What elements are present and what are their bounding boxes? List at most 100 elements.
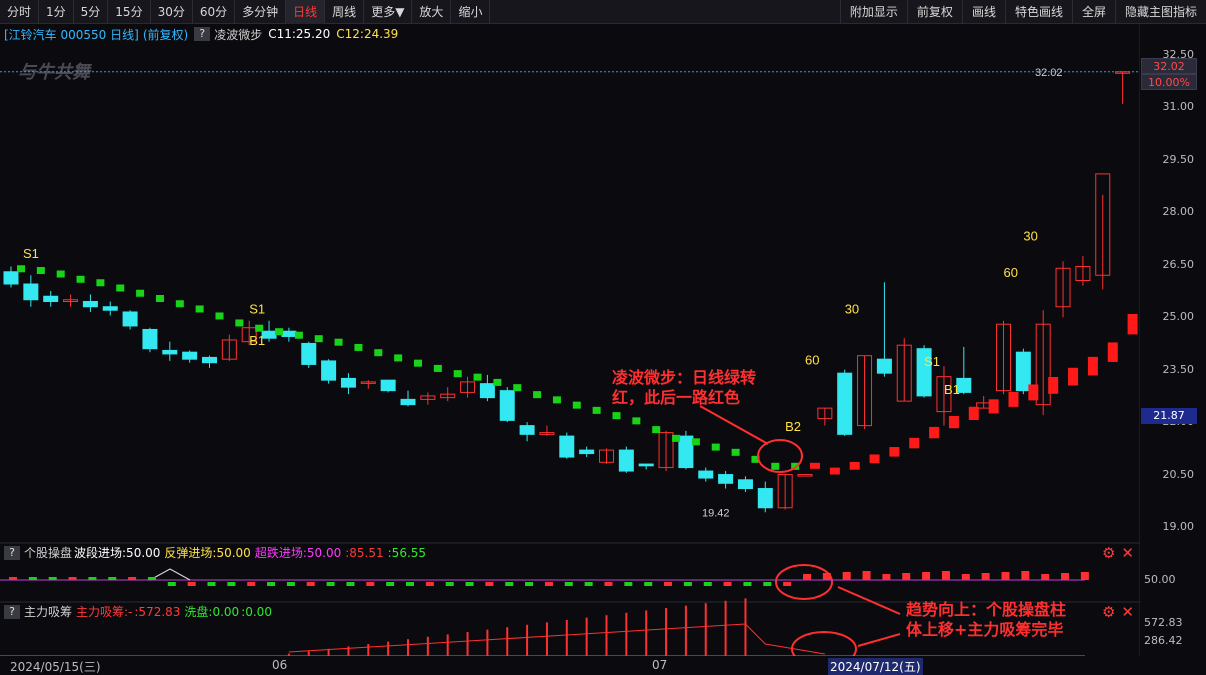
panel2-field-1: 主力吸筹:- — [76, 605, 133, 619]
hide-indicator-button[interactable]: 隐藏主图指标 — [1114, 0, 1206, 24]
panel1-bar — [1061, 573, 1070, 580]
trend-dot-green — [275, 328, 284, 336]
annotation-arrow — [699, 405, 769, 445]
panel1-bar — [465, 582, 474, 586]
tab-5min[interactable]: 5分 — [74, 0, 109, 24]
trend-dot-green — [731, 448, 740, 456]
trend-dot-red — [1008, 391, 1019, 407]
zoom-out-button[interactable]: 缩小 — [451, 0, 491, 24]
panel1-bar — [882, 574, 891, 580]
annotation-circle — [791, 631, 857, 656]
price-tick: 23.50 — [1162, 362, 1195, 376]
trend-dot-green — [592, 406, 601, 414]
panel1-header: ? 个股操盘 波段进场:50.00 反弹进场:50.00 超跌进场:50.00 … — [4, 544, 426, 561]
panel1-bar — [108, 577, 117, 580]
panel2-field-4: :0.00 — [241, 604, 272, 619]
trend-dot-red — [849, 461, 860, 470]
panel1-help-icon[interactable]: ? — [4, 545, 20, 560]
extra-display-button[interactable]: 附加显示 — [839, 0, 907, 24]
panel1-bar — [664, 582, 673, 586]
panel1-axis-label: 50.00 — [1144, 573, 1176, 586]
candle-body — [579, 449, 595, 455]
tab-1min[interactable]: 1分 — [39, 0, 74, 24]
more-dropdown[interactable]: 更多▼ — [364, 0, 413, 24]
trend-dot-red — [1048, 377, 1059, 394]
panel1-field-2: 反弹进场:50.00 — [164, 546, 251, 560]
tab-60min[interactable]: 60分 — [193, 0, 236, 24]
gear-icon[interactable]: ⚙ — [1102, 544, 1115, 562]
candle-body — [499, 390, 515, 421]
trend-dot-green — [632, 417, 641, 425]
signal-label: 60 — [805, 352, 819, 367]
candle-body — [202, 356, 217, 364]
panel1-bar — [564, 582, 573, 586]
forward-adjust-button[interactable]: 前复权 — [906, 0, 962, 24]
panel1-bar — [207, 582, 216, 586]
tab-multi-minute[interactable]: 多分钟 — [235, 0, 287, 24]
candlestick-chart[interactable]: S1 S1 B1 B2 60 30 60 30 S1 B1 32.02 19.42 — [0, 24, 1140, 656]
price-tick: 25.00 — [1162, 310, 1195, 324]
panel1-bar — [147, 577, 156, 580]
draw-line-button[interactable]: 画线 — [961, 0, 1005, 24]
panel1-bar — [961, 574, 970, 580]
panel1-name[interactable]: 个股操盘 — [24, 544, 72, 561]
price-tick: 26.50 — [1162, 257, 1195, 271]
trend-dot-red — [810, 462, 820, 469]
price-tick: 31.00 — [1162, 100, 1195, 114]
candle-body — [142, 328, 158, 350]
panel1-bar — [505, 582, 514, 586]
panel1-bar — [544, 582, 553, 586]
panel1-field-5: :56.55 — [387, 545, 427, 560]
panel1-bar — [306, 582, 315, 586]
signal-label: 30 — [845, 302, 859, 317]
high-price-label: 32.02 — [1035, 67, 1063, 79]
annotation-circle — [757, 439, 803, 473]
trend-dot-red — [1087, 356, 1098, 376]
tab-weekly[interactable]: 周线 — [325, 0, 365, 24]
panel1-bar — [842, 572, 851, 580]
special-draw-button[interactable]: 特色画线 — [1004, 0, 1072, 24]
tab-15min[interactable]: 15分 — [108, 0, 151, 24]
tab-fenshi[interactable]: 分时 — [0, 0, 40, 24]
trend-dot-green — [36, 267, 45, 275]
annotation-trend-switch: 凌波微步：日线绿转 红，此后一路红色 — [612, 368, 756, 408]
candle-body — [618, 449, 634, 472]
candle-body — [182, 351, 198, 360]
panel1-bar — [286, 582, 295, 586]
trend-dot-green — [195, 305, 204, 313]
trend-dot-green — [473, 373, 482, 381]
trend-dot-red — [889, 447, 900, 457]
trend-dot-red — [948, 415, 959, 429]
gear-icon[interactable]: ⚙ — [1102, 603, 1115, 621]
price-tick: 28.00 — [1162, 205, 1195, 219]
signal-label: B2 — [785, 419, 801, 434]
trend-dot-green — [513, 384, 522, 392]
trend-dot-green — [652, 426, 661, 434]
date-label: 2024/05/15(三) — [10, 660, 101, 674]
trend-dot-green — [136, 289, 145, 297]
tab-daily[interactable]: 日线 — [286, 0, 326, 24]
trend-dot-green — [155, 294, 164, 302]
tab-30min[interactable]: 30分 — [151, 0, 193, 24]
zoom-in-button[interactable]: 放大 — [412, 0, 452, 24]
fullscreen-button[interactable]: 全屏 — [1071, 0, 1115, 24]
trend-dot-green — [255, 324, 264, 332]
panel1-bar — [1080, 572, 1089, 580]
panel2-name[interactable]: 主力吸筹 — [24, 603, 72, 620]
panel1-bar — [822, 573, 831, 580]
candle-body — [82, 300, 98, 308]
panel1-bar — [167, 582, 176, 586]
trend-dot-red — [1068, 367, 1079, 386]
trend-dot-green — [56, 270, 65, 278]
panel2-help-icon[interactable]: ? — [4, 604, 20, 619]
signal-label: B1 — [249, 333, 265, 348]
close-icon[interactable]: ✕ — [1121, 603, 1134, 621]
cursor-price-tag: 21.87 — [1141, 408, 1197, 424]
candle-body — [43, 295, 59, 302]
close-icon[interactable]: ✕ — [1121, 544, 1134, 562]
candle-body — [678, 435, 694, 469]
panel1-bar — [425, 582, 434, 586]
panel1-bar — [247, 582, 256, 586]
candle-body — [23, 283, 39, 301]
trend-dot-green — [374, 349, 383, 357]
